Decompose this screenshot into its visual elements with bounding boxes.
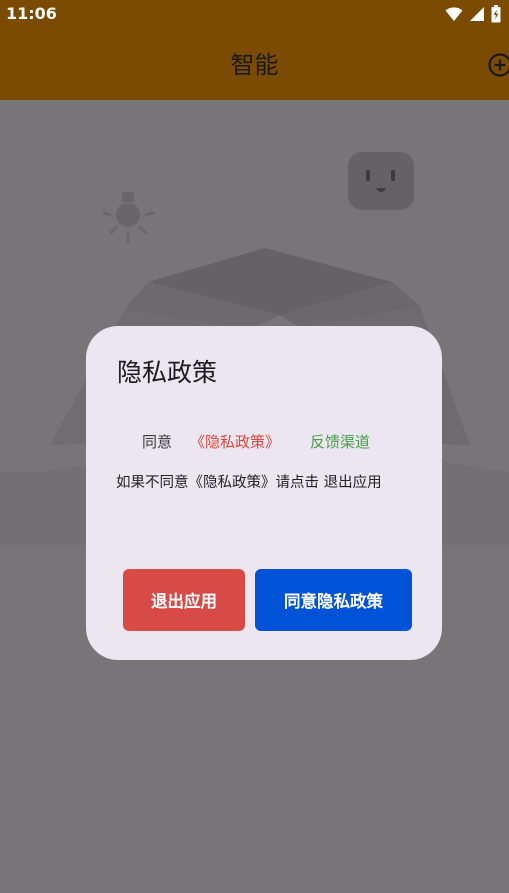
app-bar: 智能 <box>0 28 509 100</box>
agree-privacy-button[interactable]: 同意隐私政策 <box>255 569 412 631</box>
exit-app-button[interactable]: 退出应用 <box>123 569 245 631</box>
battery-icon <box>491 5 501 23</box>
status-bar: 11:06 <box>0 0 509 28</box>
policy-links-row: 同意 《隐私政策》 反馈渠道 <box>86 430 442 454</box>
feedback-channel-link[interactable]: 反馈渠道 <box>310 430 370 454</box>
page-title: 智能 <box>230 51 279 79</box>
add-circle-icon[interactable] <box>485 50 509 80</box>
disagree-notice: 如果不同意《隐私政策》请点击 退出应用 <box>116 475 382 491</box>
privacy-policy-link[interactable]: 《隐私政策》 <box>190 430 280 454</box>
status-time: 11:06 <box>6 4 57 23</box>
privacy-policy-dialog: 隐私政策 同意 《隐私政策》 反馈渠道 如果不同意《隐私政策》请点击 退出应用 … <box>86 326 442 660</box>
agree-label: 同意 <box>142 433 173 451</box>
status-icons <box>445 5 501 23</box>
wifi-icon <box>445 7 463 21</box>
signal-icon <box>470 7 484 21</box>
dialog-title: 隐私政策 <box>117 358 218 387</box>
